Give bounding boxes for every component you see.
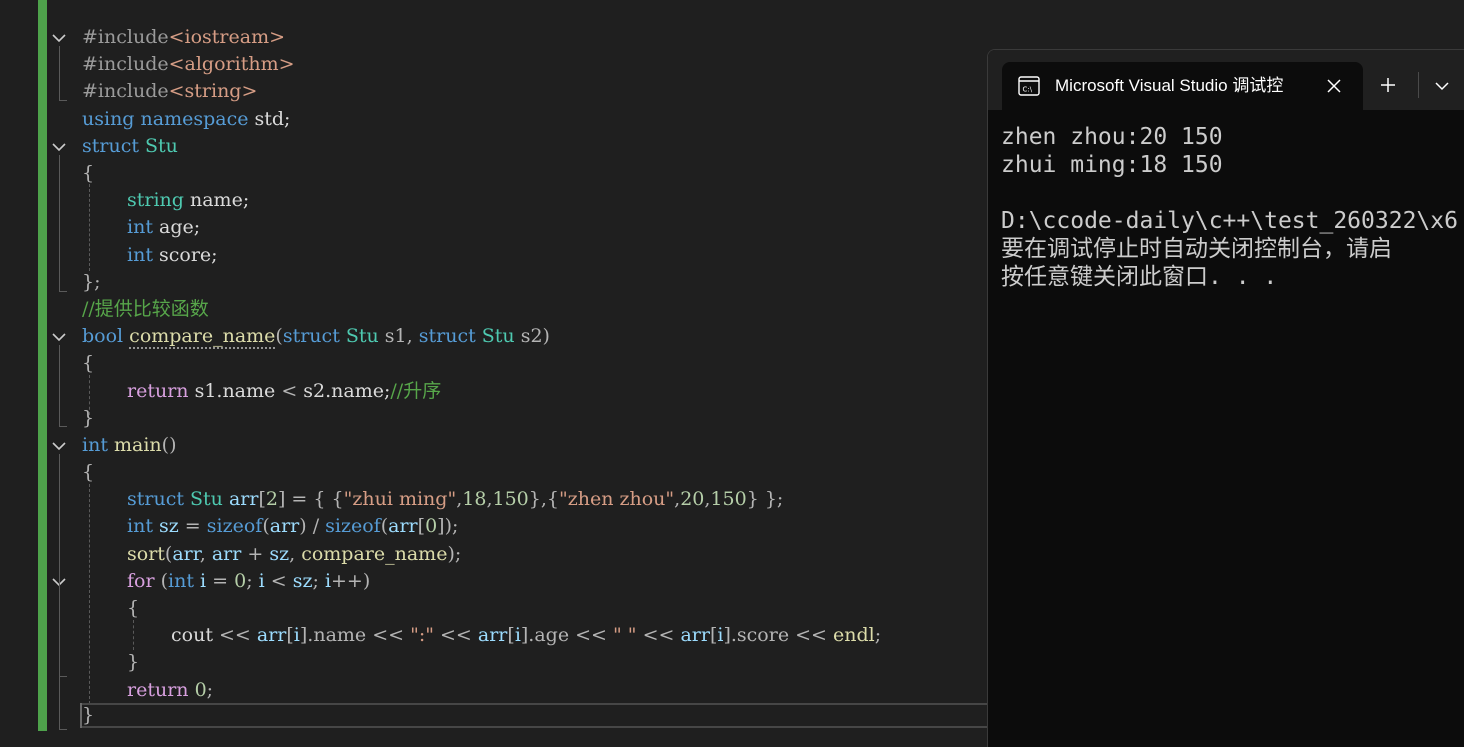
console-tab[interactable]: C:\ Microsoft Visual Studio 调试控: [1002, 62, 1363, 110]
titlebar-separator: [1418, 72, 1419, 98]
code-line[interactable]: {: [82, 459, 94, 486]
outline-end: [59, 426, 67, 427]
code-line[interactable]: bool compare_name(struct Stu s1, struct …: [82, 323, 550, 350]
outline-line: [59, 590, 60, 676]
code-line[interactable]: struct Stu arr[2] = { {"zhui ming",18,15…: [127, 486, 783, 513]
console-output-line: 要在调试停止时自动关闭控制台，请启: [1001, 236, 1392, 262]
indent-guide: [133, 620, 134, 650]
outline-end: [59, 100, 67, 101]
code-line[interactable]: {: [82, 160, 94, 187]
code-line[interactable]: //提供比较函数: [82, 296, 209, 323]
console-output-line: zhui ming:18 150: [1001, 152, 1223, 178]
console-tab-title: Microsoft Visual Studio 调试控: [1055, 76, 1284, 95]
code-line[interactable]: using namespace std;: [82, 106, 290, 133]
svg-text:C:\: C:\: [1023, 86, 1033, 94]
code-line[interactable]: for (int i = 0; i < sz; i++): [127, 568, 370, 595]
outline-line: [59, 46, 60, 100]
code-line[interactable]: int score;: [127, 242, 218, 269]
code-line[interactable]: {: [127, 595, 139, 622]
console-app-icon: C:\: [1018, 76, 1040, 96]
code-line[interactable]: return 0;: [127, 677, 213, 704]
code-line[interactable]: #include<string>: [82, 78, 257, 105]
chevron-down-icon[interactable]: [1431, 76, 1453, 96]
code-line[interactable]: {: [82, 350, 94, 377]
outline-end: [59, 291, 67, 292]
code-line[interactable]: sort(arr, arr + sz, compare_name);: [127, 541, 461, 568]
outline-line: [59, 155, 60, 291]
current-line-highlight: [80, 703, 990, 728]
new-tab-plus-icon[interactable]: [1377, 74, 1399, 96]
outline-end: [59, 676, 67, 677]
code-line[interactable]: string name;: [127, 187, 249, 214]
outline-end: [59, 729, 67, 730]
code-line[interactable]: struct Stu: [82, 133, 178, 160]
code-line[interactable]: };: [82, 269, 101, 296]
close-tab-icon[interactable]: [1324, 76, 1344, 96]
code-line[interactable]: #include<iostream>: [82, 24, 285, 51]
code-line[interactable]: }: [82, 702, 94, 729]
code-line[interactable]: int main(): [82, 432, 177, 459]
indent-guide: [89, 184, 90, 271]
code-line[interactable]: }: [127, 649, 139, 676]
code-line[interactable]: }: [82, 405, 94, 432]
console-output-line: D:\ccode-daily\c++\test_260322\x6: [1001, 208, 1458, 234]
indent-guide: [89, 484, 90, 704]
change-tracking-bar: [38, 0, 47, 731]
console-output-line: 按任意键关闭此窗口. . .: [1001, 264, 1278, 290]
code-line[interactable]: #include<algorithm>: [82, 51, 295, 78]
code-line[interactable]: cout << arr[i].name << ":" << arr[i].age…: [171, 622, 881, 649]
outline-line: [59, 345, 60, 426]
debug-console-window[interactable]: C:\ Microsoft Visual Studio 调试控 zhen zho…: [987, 49, 1464, 747]
code-line[interactable]: return s1.name < s2.name;//升序: [127, 378, 441, 405]
code-line[interactable]: int sz = sizeof(arr) / sizeof(arr[0]);: [127, 513, 458, 540]
console-output-line: zhen zhou:20 150: [1001, 124, 1223, 150]
console-titlebar[interactable]: C:\ Microsoft Visual Studio 调试控: [988, 50, 1464, 110]
code-line[interactable]: int age;: [127, 214, 200, 241]
